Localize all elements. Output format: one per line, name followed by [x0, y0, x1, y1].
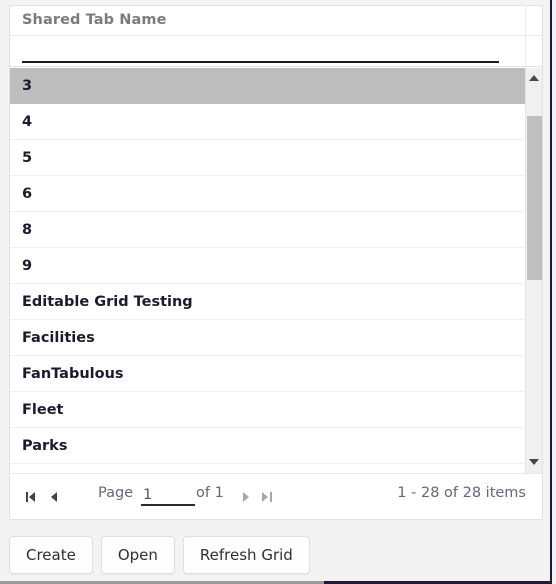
- column-header-shared-tab-name[interactable]: Shared Tab Name: [22, 12, 167, 28]
- first-page-arrow-icon: [29, 492, 35, 502]
- grid-row[interactable]: 8: [10, 212, 525, 248]
- grid-row[interactable]: 9: [10, 248, 525, 284]
- filter-cell-shared-tab-name: [10, 36, 525, 66]
- go-to-first-page-button[interactable]: [24, 488, 42, 506]
- window-right-gutter: [552, 0, 556, 584]
- grid-header-scroll-gutter: [525, 6, 542, 35]
- next-page-arrow-icon: [243, 492, 249, 502]
- scrollbar-thumb[interactable]: [527, 116, 542, 280]
- grid-vertical-scrollbar[interactable]: [525, 68, 542, 474]
- grid-filter-row: [10, 36, 542, 67]
- grid-row-list: 3 4 5 6 8 9 Editable Grid Testing Facilities Fan…: [10, 68, 525, 464]
- grid-row[interactable]: Parks: [10, 428, 525, 464]
- triangle-up-icon: [529, 75, 539, 81]
- filter-input-shared-tab-name[interactable]: [22, 40, 499, 63]
- pager-page-input[interactable]: [141, 485, 195, 506]
- last-page-bar-icon: [270, 492, 272, 502]
- refresh-grid-button[interactable]: Refresh Grid: [182, 536, 310, 574]
- shared-tab-grid: Shared Tab Name 3 4 5 6 8 9 Editable Grid Test…: [9, 5, 543, 520]
- go-to-next-page-button[interactable]: [240, 488, 258, 506]
- scroll-up-button[interactable]: [526, 70, 542, 86]
- pager-items-info: 1 - 28 of 28 items: [397, 485, 526, 501]
- pager-total-pages-label: of 1: [196, 485, 224, 501]
- grid-filter-scroll-gutter: [525, 36, 542, 66]
- shared-tab-picker-dialog: Shared Tab Name 3 4 5 6 8 9 Editable Grid Test…: [0, 0, 556, 584]
- open-button[interactable]: Open: [100, 536, 175, 574]
- pager-page-label: Page: [98, 485, 134, 501]
- grid-row[interactable]: 4: [10, 104, 525, 140]
- grid-row[interactable]: 3: [10, 68, 525, 104]
- go-to-last-page-button[interactable]: [260, 488, 278, 506]
- create-button[interactable]: Create: [9, 536, 93, 574]
- scroll-down-button[interactable]: [526, 454, 542, 470]
- grid-row[interactable]: 6: [10, 176, 525, 212]
- grid-row[interactable]: FanTabulous: [10, 356, 525, 392]
- grid-body: 3 4 5 6 8 9 Editable Grid Testing Facilities Fan…: [10, 68, 542, 474]
- first-page-bar-icon: [26, 492, 28, 502]
- dialog-action-bar: Create Open Refresh Grid: [9, 536, 318, 574]
- grid-header-row: Shared Tab Name: [10, 6, 542, 36]
- triangle-down-icon: [529, 459, 539, 465]
- grid-row[interactable]: Editable Grid Testing: [10, 284, 525, 320]
- go-to-previous-page-button[interactable]: [48, 488, 66, 506]
- grid-row[interactable]: Facilities: [10, 320, 525, 356]
- previous-page-arrow-icon: [51, 492, 57, 502]
- grid-pager: Page of 1 1 - 28 of 28 items: [10, 473, 542, 519]
- last-page-arrow-icon: [262, 492, 268, 502]
- grid-row[interactable]: 5: [10, 140, 525, 176]
- grid-row[interactable]: Fleet: [10, 392, 525, 428]
